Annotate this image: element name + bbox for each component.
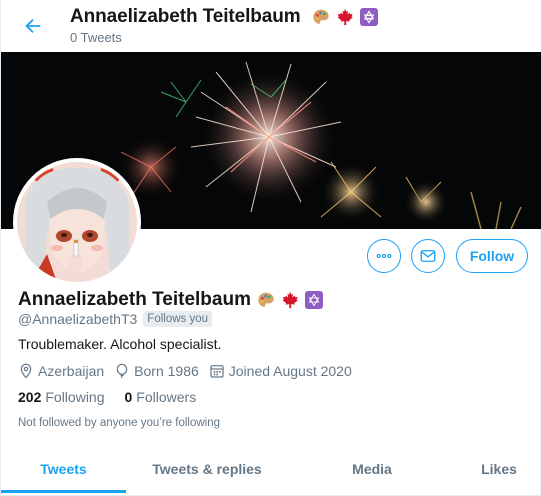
header-emoji-row [312,7,378,26]
following-link[interactable]: 202 Following [18,389,105,405]
handle-row: @AnnaelizabethT3 Follows you [18,311,213,327]
maple-leaf-icon [282,291,298,309]
location-item: Azerbaijan [18,363,104,379]
top-bar: Annaelizabeth Teitelbaum 0 Tweets [1,0,541,52]
profile-avatar[interactable] [13,158,141,286]
tab-tweets-and-replies[interactable]: Tweets & replies [126,446,288,492]
star-of-david-icon [359,7,378,26]
tab-tweets[interactable]: Tweets [1,446,126,492]
location-pin-icon [20,363,32,379]
profile-page: Annaelizabeth Teitelbaum 0 Tweets Follow… [0,0,541,496]
header-title: Annaelizabeth Teitelbaum [70,6,301,27]
more-icon [376,253,392,259]
maple-leaf-icon [337,8,353,26]
tab-label: Media [352,461,392,477]
not-followed-notice: Not followed by anyone you’re following [18,417,221,429]
profile-name-row: Annaelizabeth Teitelbaum [18,289,323,311]
balloon-icon [116,363,128,379]
active-tab-indicator [1,490,126,493]
avatar-image [17,162,137,282]
profile-tabs: Tweets Tweets & replies Media Likes [1,446,541,496]
calendar-icon [210,365,224,378]
tab-label: Likes [481,461,517,477]
follow-button[interactable]: Follow [456,239,528,273]
message-button[interactable] [411,239,445,273]
birthday-text: Born 1986 [134,363,199,379]
profile-handle: @AnnaelizabethT3 [18,311,138,327]
profile-bio: Troublemaker. Alcohol specialist. [18,336,222,352]
profile-emoji-row [257,291,323,309]
tab-likes[interactable]: Likes [456,446,541,492]
follow-counts: 202 Following 0 Followers [18,389,216,405]
profile-meta: Azerbaijan Born 1986 Joined August 2020 [18,363,362,379]
star-of-david-icon [304,291,323,309]
header-title-row: Annaelizabeth Teitelbaum [70,6,378,28]
back-arrow-icon [25,18,41,34]
tab-label: Tweets & replies [152,461,262,477]
following-count: 202 [18,389,42,405]
artist-palette-icon [313,9,329,24]
tab-label: Tweets [40,461,87,477]
anime-avatar-illustration [17,162,137,282]
followers-label: Followers [136,389,197,405]
tweet-count: 0 Tweets [70,30,122,45]
back-button[interactable] [19,12,47,40]
followers-count: 0 [124,389,133,405]
followers-link[interactable]: 0 Followers [125,389,197,405]
following-label: Following [45,389,105,405]
joined-text: Joined August 2020 [228,363,352,379]
birthday-item: Born 1986 [114,363,199,379]
follows-you-badge: Follows you [143,311,213,327]
tab-media[interactable]: Media [288,446,456,492]
envelope-icon [420,250,436,262]
joined-item: Joined August 2020 [209,363,352,379]
more-options-button[interactable] [367,239,401,273]
artist-palette-icon [258,292,274,307]
profile-name: Annaelizabeth Teitelbaum [18,289,251,310]
location-text: Azerbaijan [38,363,105,379]
